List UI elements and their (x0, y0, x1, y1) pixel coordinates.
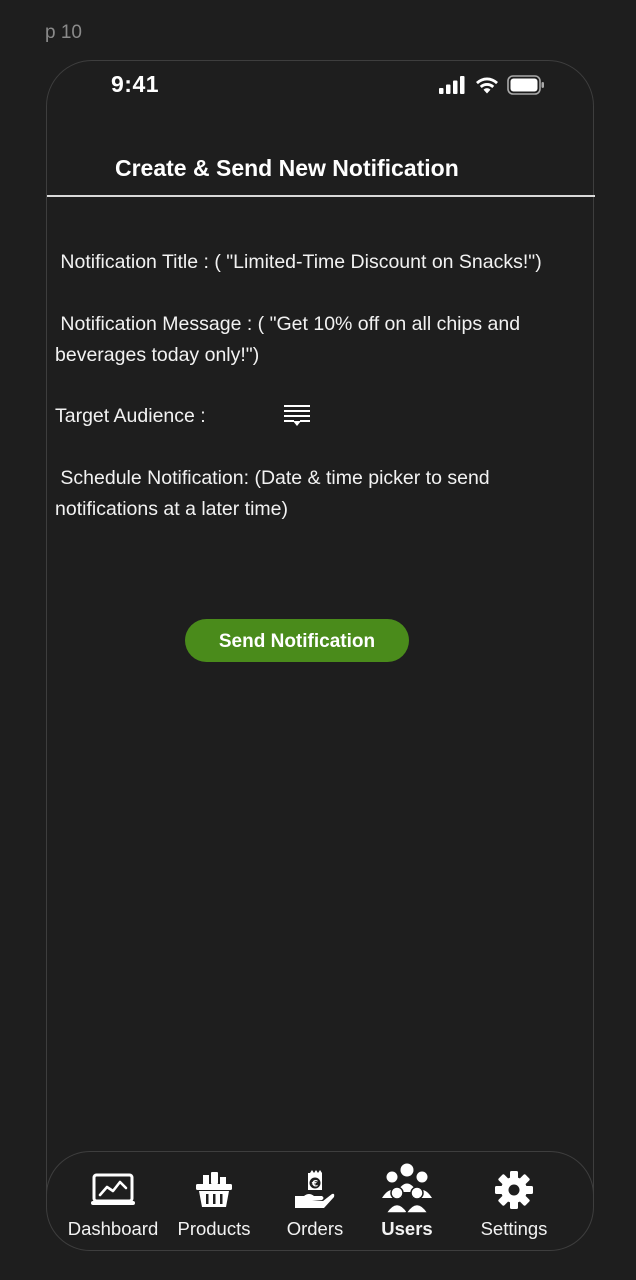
users-group-icon (382, 1163, 432, 1213)
filter-list-icon[interactable] (283, 403, 311, 427)
notification-title-field[interactable]: Notification Title : ( "Limited-Time Dis… (55, 247, 585, 278)
tab-users[interactable]: Users (365, 1158, 449, 1244)
basket-icon (196, 1172, 232, 1207)
target-audience-label: Target Audience : (55, 405, 206, 427)
phone-screen: 9:41 Create & Send New Notification Noti… (46, 60, 595, 1251)
tab-dashboard[interactable]: Dashboard (63, 1162, 163, 1244)
tab-label: Orders (286, 1218, 344, 1239)
tab-products[interactable]: Products (167, 1162, 261, 1244)
page-title: Create & Send New Notification (115, 155, 459, 181)
schedule-notification-field[interactable]: Schedule Notification: (Date & time pick… (55, 463, 585, 525)
tab-label: Dashboard (67, 1218, 159, 1239)
tab-settings[interactable]: Settings (469, 1162, 559, 1244)
send-notification-button[interactable]: Send Notification (185, 619, 409, 662)
tab-label: Users (381, 1218, 433, 1239)
frame-label: p 10 (45, 22, 82, 43)
svg-text:€: € (311, 1180, 318, 1190)
tab-orders[interactable]: € Orders (275, 1162, 355, 1244)
status-time: 9:41 (111, 71, 160, 97)
gear-icon (495, 1171, 533, 1209)
tab-label: Settings (480, 1218, 548, 1239)
hand-money-icon: € (295, 1170, 335, 1208)
battery-icon (507, 75, 544, 95)
wifi-icon (476, 77, 498, 94)
chart-monitor-icon (91, 1173, 135, 1205)
header-divider (47, 195, 595, 197)
status-icons (439, 75, 545, 95)
tab-label: Products (177, 1218, 251, 1239)
bottom-tab-bar: Dashboard Products € Orders Users Settin… (46, 1151, 594, 1251)
notification-message-field[interactable]: Notification Message : ( "Get 10% off on… (55, 309, 585, 371)
signal-icon (439, 76, 465, 94)
